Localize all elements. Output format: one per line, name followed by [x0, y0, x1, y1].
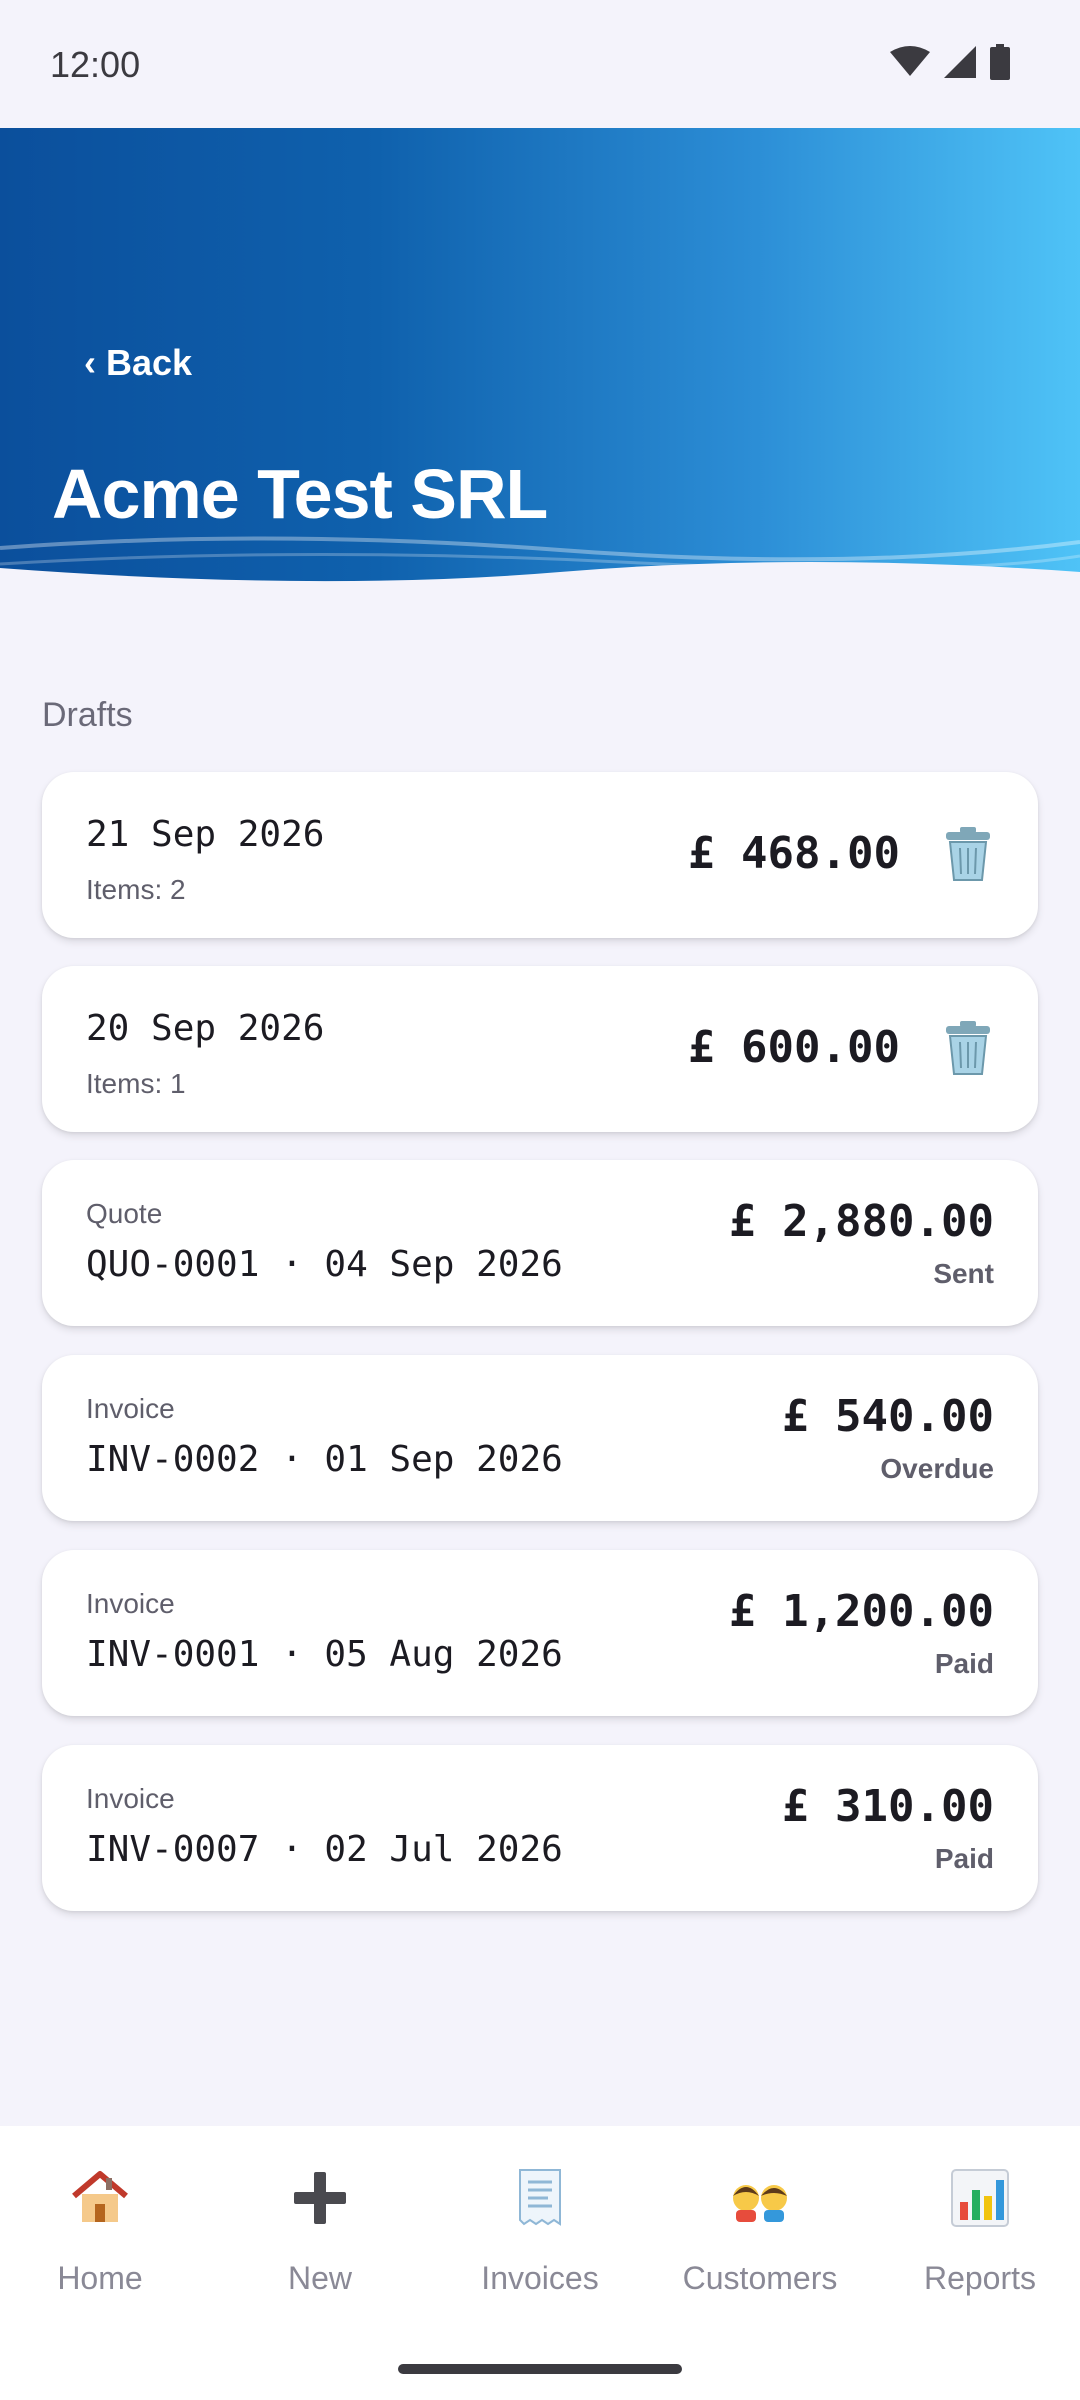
battery-icon	[990, 44, 1010, 80]
nav-label: Home	[57, 2260, 143, 2296]
receipt-icon	[519, 2169, 561, 2226]
bar-chart-icon	[951, 2169, 1009, 2227]
page-title: Acme Test SRL	[52, 455, 548, 533]
draft-card[interactable]: 21 Sep 2026 Items: 2 £ 468.00	[42, 772, 1038, 938]
draft-date: 20 Sep 2026	[86, 1008, 325, 1049]
nav-label: Invoices	[481, 2260, 599, 2296]
draft-amount: £ 600.00	[688, 1022, 900, 1073]
nav-item-invoices[interactable]: Invoices	[440, 2166, 640, 2316]
draft-card[interactable]: 20 Sep 2026 Items: 1 £ 600.00	[42, 966, 1038, 1132]
document-reference: INV-0001 · 05 Aug 2026	[86, 1634, 563, 1675]
draft-items-count: Items: 1	[86, 1068, 186, 1099]
section-title-drafts: Drafts	[42, 696, 133, 734]
nav-item-new[interactable]: New	[220, 2166, 420, 2316]
document-type: Invoice	[86, 1783, 175, 1814]
document-type: Quote	[86, 1198, 163, 1229]
document-type: Invoice	[86, 1588, 175, 1619]
nav-label: Reports	[923, 2260, 1037, 2296]
status-bar: 12:00	[0, 0, 1080, 128]
cellular-signal-icon	[944, 46, 976, 78]
nav-item-reports[interactable]: Reports	[880, 2166, 1080, 2316]
home-indicator[interactable]	[398, 2364, 682, 2374]
nav-label: Customers	[682, 2260, 838, 2296]
header-wave-decoration	[0, 536, 1080, 608]
header-banner: ‹ Back Acme Test SRL	[0, 128, 1080, 608]
nav-label: New	[287, 2260, 352, 2296]
document-status: Paid	[934, 1843, 994, 1874]
document-reference: INV-0002 · 01 Sep 2026	[86, 1439, 563, 1480]
document-type: Invoice	[86, 1393, 175, 1424]
draft-items-count: Items: 2	[86, 874, 186, 905]
document-status: Paid	[934, 1648, 994, 1679]
nav-item-home[interactable]: Home	[0, 2166, 200, 2316]
document-amount: £ 310.00	[782, 1781, 994, 1832]
status-icons	[890, 44, 1010, 80]
document-status: Overdue	[880, 1453, 994, 1484]
plus-icon	[294, 2172, 346, 2224]
people-icon	[733, 2185, 787, 2222]
document-amount: £ 2,880.00	[729, 1196, 994, 1247]
trash-icon[interactable]	[942, 1020, 994, 1076]
house-icon	[72, 2171, 128, 2222]
trash-icon[interactable]	[942, 826, 994, 882]
nav-item-customers[interactable]: Customers	[660, 2166, 860, 2316]
wifi-icon	[890, 46, 930, 76]
document-amount: £ 540.00	[782, 1391, 994, 1442]
document-reference: INV-0007 · 02 Jul 2026	[86, 1829, 563, 1870]
document-card[interactable]: Invoice INV-0001 · 05 Aug 2026 £ 1,200.0…	[42, 1550, 1038, 1716]
status-time: 12:00	[50, 44, 141, 85]
back-button[interactable]: ‹ Back	[84, 342, 192, 384]
draft-amount: £ 468.00	[688, 828, 900, 879]
document-card[interactable]: Invoice INV-0002 · 01 Sep 2026 £ 540.00 …	[42, 1355, 1038, 1521]
document-reference: QUO-0001 · 04 Sep 2026	[86, 1244, 563, 1285]
bottom-navigation: Home New Invoices Customers Reports	[0, 2126, 1080, 2400]
document-amount: £ 1,200.00	[729, 1586, 994, 1637]
document-status: Sent	[933, 1258, 994, 1289]
document-card[interactable]: Quote QUO-0001 · 04 Sep 2026 £ 2,880.00 …	[42, 1160, 1038, 1326]
draft-date: 21 Sep 2026	[86, 814, 325, 855]
document-card[interactable]: Invoice INV-0007 · 02 Jul 2026 £ 310.00 …	[42, 1745, 1038, 1911]
